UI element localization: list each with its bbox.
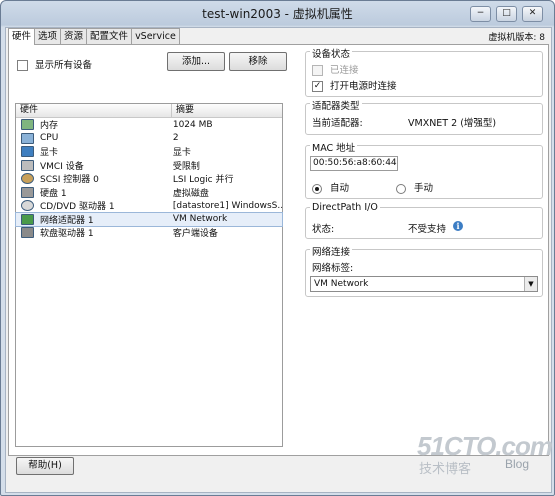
watermark-sub: 技术博客 <box>419 462 472 477</box>
vm-version-label: 虚拟机版本: 8 <box>488 33 545 43</box>
adapter-type-title: 适配器类型 <box>310 98 362 112</box>
connect-on-power-row[interactable]: ✓ 打开电源时连接 <box>312 78 397 92</box>
info-icon[interactable]: i <box>453 221 463 231</box>
directpath-group: DirectPath I/O 状态: 不受支持 i <box>305 202 543 239</box>
mac-auto-option[interactable]: 自动 <box>312 180 349 194</box>
help-button[interactable]: 帮助(H) <box>16 457 74 475</box>
memory-icon <box>21 119 34 131</box>
connect-on-power-checkbox[interactable]: ✓ <box>312 81 323 92</box>
tab-resources[interactable]: 资源 <box>60 28 88 44</box>
hardware-name: VMCI 设备 <box>40 161 84 172</box>
hardware-summary: 受限制 <box>172 161 200 172</box>
table-row[interactable]: 软盘驱动器 1 客户端设备 <box>16 226 282 240</box>
network-label-value: VM Network <box>314 279 369 289</box>
directpath-status-label: 状态: <box>312 224 335 235</box>
tab-profiles[interactable]: 配置文件 <box>86 28 133 44</box>
mac-address-field[interactable]: 00:50:56:a8:60:44 <box>310 156 398 171</box>
hardware-name: SCSI 控制器 0 <box>40 175 99 186</box>
network-connection-title: 网络连接 <box>310 244 353 258</box>
chevron-down-icon[interactable]: ▼ <box>524 277 537 291</box>
hardware-name: 内存 <box>40 121 59 132</box>
display-icon <box>21 146 34 158</box>
show-all-devices-label: 显示所有设备 <box>35 60 93 71</box>
hardware-summary: VM Network <box>172 214 228 225</box>
table-row-selected[interactable]: 网络适配器 1 VM Network <box>15 211 283 227</box>
connected-row: 已连接 <box>312 62 359 76</box>
minimize-button[interactable]: − <box>470 6 491 22</box>
maximize-button[interactable]: □ <box>496 6 517 22</box>
tab-hardware[interactable]: 硬件 <box>8 28 36 45</box>
connected-label: 已连接 <box>330 65 359 76</box>
tab-vservice[interactable]: vService <box>131 28 180 44</box>
mac-manual-label: 手动 <box>414 183 434 194</box>
hardware-summary: 2 <box>172 133 179 144</box>
network-label-caption: 网络标签: <box>312 263 354 274</box>
mac-auto-radio[interactable] <box>312 183 322 194</box>
column-header-hardware[interactable]: 硬件 <box>16 104 172 117</box>
table-row[interactable]: 显卡 显卡 <box>16 145 282 159</box>
mac-manual-radio[interactable] <box>396 183 406 194</box>
mac-manual-option[interactable]: 手动 <box>396 180 433 194</box>
watermark: 51CTO.com 技术博客 Blog <box>409 431 553 489</box>
table-row[interactable]: VMCI 设备 受限制 <box>16 159 282 173</box>
dialog-window: test-win2003 - 虚拟机属性 − □ ✕ 硬件 选项 资源 配置文件… <box>0 0 555 496</box>
hardware-summary: 1024 MB <box>172 119 213 130</box>
table-row[interactable]: CPU 2 <box>16 132 282 146</box>
network-label-select[interactable]: VM Network ▼ <box>310 276 538 292</box>
cpu-icon <box>21 132 34 144</box>
hardware-name: 软盘驱动器 1 <box>40 229 94 240</box>
tab-strip: 硬件 选项 资源 配置文件 vService <box>8 28 180 45</box>
table-row[interactable]: 内存 1024 MB <box>16 118 282 132</box>
hardware-name: CPU <box>40 133 59 144</box>
dialog-client: 硬件 选项 资源 配置文件 vService 虚拟机版本: 8 显示所有设备 添… <box>5 27 552 493</box>
mac-address-group: MAC 地址 00:50:56:a8:60:44 自动 手动 <box>305 140 543 199</box>
floppy-icon <box>21 227 34 239</box>
network-connection-group: 网络连接 网络标签: VM Network ▼ <box>305 244 543 297</box>
hardware-name: CD/DVD 驱动器 1 <box>40 202 115 213</box>
column-header-summary[interactable]: 摘要 <box>172 104 282 117</box>
show-all-devices-row[interactable]: 显示所有设备 <box>17 57 92 71</box>
mac-auto-label: 自动 <box>330 183 350 194</box>
title-bar: test-win2003 - 虚拟机属性 − □ ✕ <box>1 1 554 25</box>
add-button[interactable]: 添加... <box>167 52 225 71</box>
directpath-status-value: 不受支持 <box>408 224 447 235</box>
adapter-type-group: 适配器类型 当前适配器: VMXNET 2 (增强型) <box>305 98 543 135</box>
close-button[interactable]: ✕ <box>522 6 543 22</box>
watermark-blog: Blog <box>505 457 530 471</box>
tab-options[interactable]: 选项 <box>34 28 62 44</box>
remove-button[interactable]: 移除 <box>229 52 287 71</box>
table-row[interactable]: CD/DVD 驱动器 1 [datastore1] WindowsS... <box>16 199 282 213</box>
hardware-summary: 客户端设备 <box>172 229 218 240</box>
scsi-icon <box>21 173 34 185</box>
hardware-summary: LSI Logic 并行 <box>172 175 234 186</box>
device-status-group: 设备状态 已连接 ✓ 打开电源时连接 <box>305 46 543 97</box>
cd-icon <box>21 200 34 212</box>
hardware-summary: 虚拟磁盘 <box>172 188 209 199</box>
hardware-name: 硬盘 1 <box>40 188 67 199</box>
current-adapter-label: 当前适配器: <box>312 118 363 129</box>
connect-on-power-label: 打开电源时连接 <box>330 81 397 92</box>
table-row[interactable]: SCSI 控制器 0 LSI Logic 并行 <box>16 172 282 186</box>
hardware-summary: 显卡 <box>172 148 191 159</box>
current-adapter-value: VMXNET 2 (增强型) <box>408 118 497 129</box>
directpath-title: DirectPath I/O <box>310 202 380 213</box>
network-icon <box>21 213 34 225</box>
vmci-icon <box>21 159 34 171</box>
device-status-title: 设备状态 <box>310 46 353 60</box>
hardware-name: 网络适配器 1 <box>40 215 94 226</box>
hardware-table: 硬件 摘要 内存 1024 MB CPU 2 显卡 显卡 VMCI 设备 受限制… <box>15 103 283 447</box>
table-header: 硬件 摘要 <box>16 104 282 118</box>
hardware-name: 显卡 <box>40 148 59 159</box>
disk-icon <box>21 186 34 198</box>
mac-address-title: MAC 地址 <box>310 140 358 154</box>
hardware-summary: [datastore1] WindowsS... <box>172 200 282 211</box>
hardware-tab-panel: 显示所有设备 添加... 移除 硬件 摘要 内存 1024 MB CPU 2 显 <box>8 44 549 456</box>
show-all-devices-checkbox[interactable] <box>17 60 28 71</box>
connected-checkbox <box>312 65 323 76</box>
table-row[interactable]: 硬盘 1 虚拟磁盘 <box>16 186 282 200</box>
